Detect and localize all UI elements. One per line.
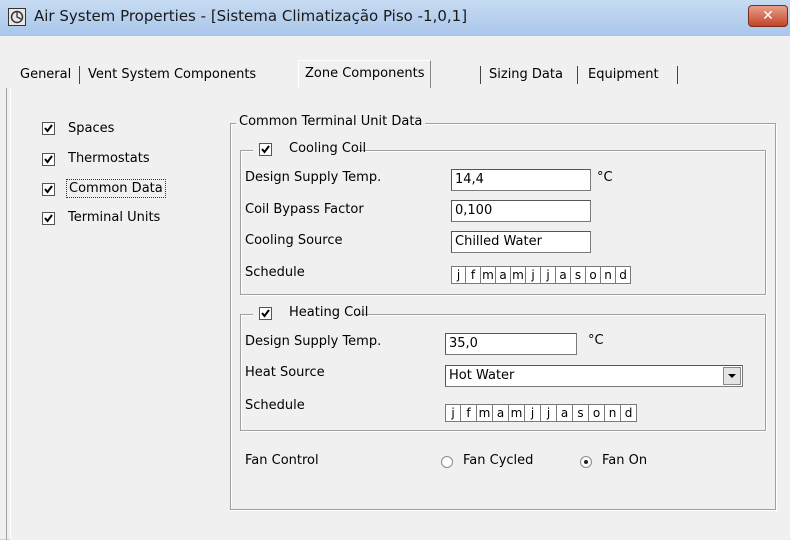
heat-source-dropdown[interactable]: Hot Water	[445, 365, 743, 387]
checkmark-icon	[44, 155, 53, 164]
cooling-month-button[interactable]: m	[481, 266, 496, 284]
heating-supply-temp-unit: °C	[588, 333, 604, 348]
heat-source-dropdown-button[interactable]	[723, 367, 741, 385]
cooling-month-button[interactable]: s	[571, 266, 586, 284]
fan-on-label[interactable]: Fan On	[602, 453, 647, 468]
heating-schedule-months: j f m a m j j a s o n d	[445, 404, 637, 422]
sidebar-item-terminal-units[interactable]: Terminal Units	[68, 210, 160, 225]
title-bar[interactable]: Air System Properties - [Sistema Climati…	[0, 0, 790, 37]
heating-month-button[interactable]: m	[509, 404, 525, 422]
tab-separator	[677, 66, 678, 84]
heating-month-button[interactable]: j	[541, 404, 557, 422]
cooling-month-button[interactable]: m	[511, 266, 526, 284]
heating-supply-temp-field[interactable]: 35,0	[445, 333, 577, 355]
cooling-source-label: Cooling Source	[245, 233, 343, 248]
checkmark-icon	[261, 309, 270, 318]
cooling-month-button[interactable]: d	[616, 266, 631, 284]
sidebar-item-spaces[interactable]: Spaces	[68, 121, 114, 136]
tab-general[interactable]: General	[18, 64, 73, 86]
cooling-month-button[interactable]: j	[526, 266, 541, 284]
cooling-month-button[interactable]: j	[541, 266, 556, 284]
heating-schedule-label: Schedule	[245, 398, 305, 413]
heating-month-button[interactable]: o	[589, 404, 605, 422]
cooling-schedule-label: Schedule	[245, 265, 305, 280]
heating-month-button[interactable]: f	[461, 404, 477, 422]
heating-month-button[interactable]: m	[477, 404, 493, 422]
cooling-coil-label[interactable]: Cooling Coil	[289, 141, 366, 156]
heating-month-button[interactable]: j	[525, 404, 541, 422]
checkmark-icon	[44, 124, 53, 133]
heating-supply-temp-label: Design Supply Temp.	[245, 334, 382, 349]
fan-on-radio[interactable]	[580, 456, 592, 468]
heating-month-button[interactable]: a	[557, 404, 573, 422]
heating-month-button[interactable]: a	[493, 404, 509, 422]
cooling-supply-temp-unit: °C	[597, 170, 613, 185]
tab-separator	[480, 66, 481, 84]
checkmark-icon	[44, 185, 53, 194]
fan-cycled-radio[interactable]	[441, 456, 453, 468]
thermostats-checkbox[interactable]	[42, 153, 55, 166]
chevron-down-icon	[728, 374, 736, 378]
cooling-month-button[interactable]: a	[496, 266, 511, 284]
fan-control-label: Fan Control	[245, 453, 319, 468]
coil-bypass-factor-label: Coil Bypass Factor	[245, 202, 364, 217]
checkmark-icon	[261, 145, 270, 154]
coil-bypass-factor-field[interactable]: 0,100	[451, 200, 591, 222]
app-icon	[8, 8, 26, 26]
air-system-properties-window: Air System Properties - [Sistema Climati…	[0, 0, 790, 540]
fan-cycled-label[interactable]: Fan Cycled	[463, 453, 533, 468]
heating-month-button[interactable]: s	[573, 404, 589, 422]
close-icon: ✕	[762, 8, 774, 24]
cooling-supply-temp-label: Design Supply Temp.	[245, 170, 382, 185]
common-data-checkbox[interactable]	[42, 183, 55, 196]
cooling-month-button[interactable]: n	[601, 266, 616, 284]
cooling-coil-checkbox[interactable]	[259, 143, 272, 156]
tab-zone-components[interactable]: Zone Components	[298, 60, 432, 88]
cooling-month-button[interactable]: j	[451, 266, 466, 284]
cooling-schedule-months: j f m a m j j a s o n d	[451, 266, 631, 284]
cooling-source-field[interactable]: Chilled Water	[451, 231, 591, 253]
cooling-supply-temp-field[interactable]: 14,4	[451, 169, 591, 191]
sidebar-item-thermostats[interactable]: Thermostats	[68, 151, 150, 166]
tab-equipment[interactable]: Equipment	[586, 64, 661, 86]
tab-separator	[577, 66, 578, 84]
close-button[interactable]: ✕	[748, 5, 788, 27]
cooling-month-button[interactable]: o	[586, 266, 601, 284]
common-terminal-unit-data-title: Common Terminal Unit Data	[236, 114, 426, 129]
tab-sizing-data[interactable]: Sizing Data	[487, 64, 565, 86]
heating-month-button[interactable]: j	[445, 404, 461, 422]
heating-month-button[interactable]: n	[605, 404, 621, 422]
tab-vent-system-components[interactable]: Vent System Components	[86, 64, 258, 86]
heating-coil-label[interactable]: Heating Coil	[289, 305, 368, 320]
window-left-border	[6, 88, 7, 540]
cooling-month-button[interactable]: a	[556, 266, 571, 284]
window-title: Air System Properties - [Sistema Climati…	[34, 7, 468, 25]
heating-coil-checkbox[interactable]	[259, 307, 272, 320]
tab-separator	[79, 66, 80, 84]
heat-source-label: Heat Source	[245, 365, 325, 380]
cooling-month-button[interactable]: f	[466, 266, 481, 284]
heating-month-button[interactable]: d	[621, 404, 637, 422]
sidebar-item-common-data[interactable]: Common Data	[66, 179, 166, 198]
checkmark-icon	[44, 214, 53, 223]
spaces-checkbox[interactable]	[42, 122, 55, 135]
terminal-units-checkbox[interactable]	[42, 212, 55, 225]
